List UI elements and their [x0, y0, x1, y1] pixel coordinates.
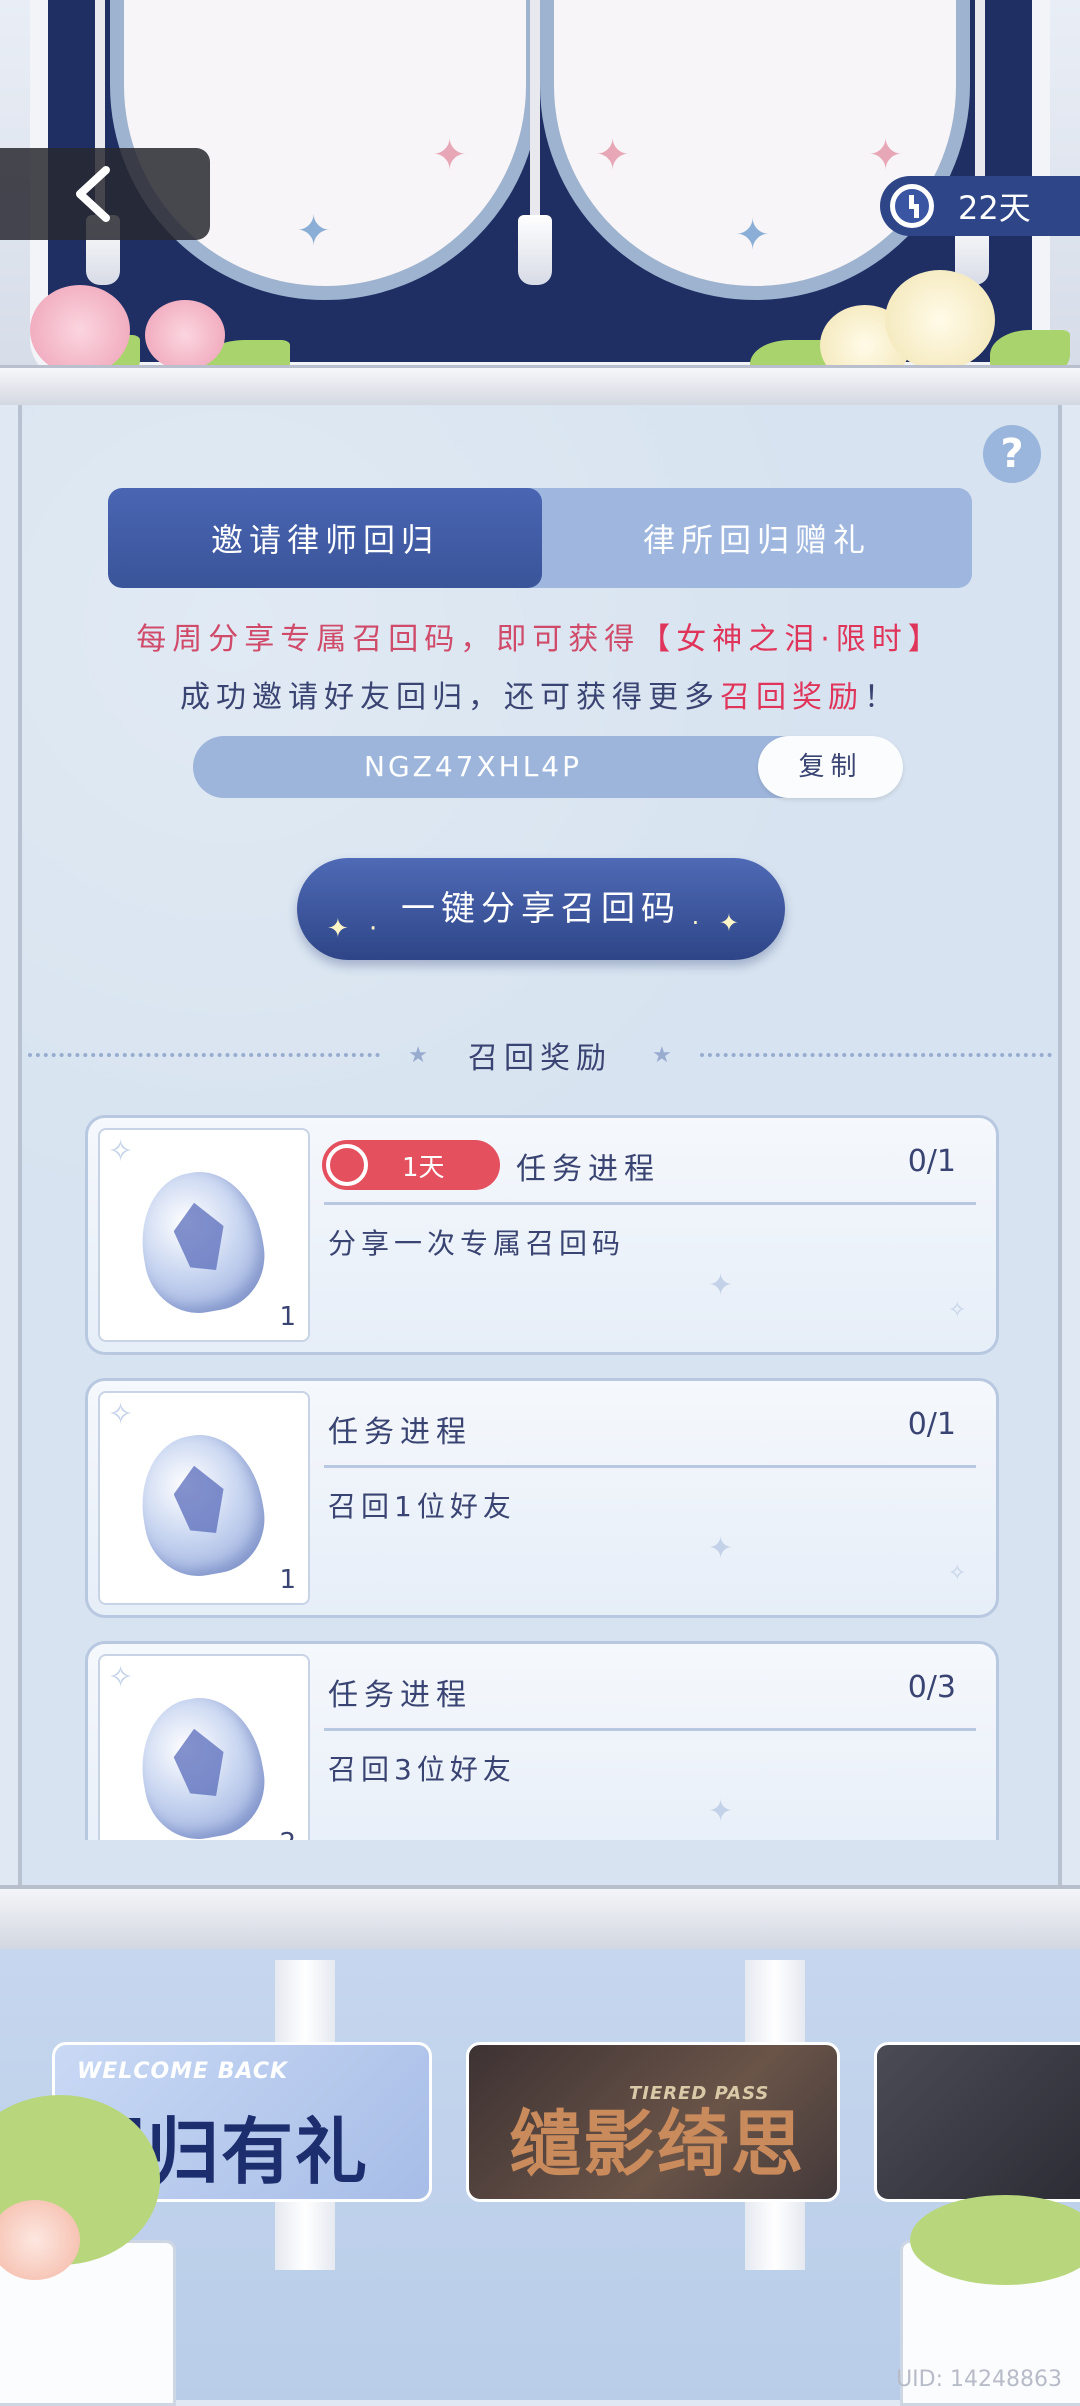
clock-icon: [890, 184, 934, 228]
star-decoration-icon: ✦: [735, 210, 771, 259]
sparkle-icon: ✦: [708, 1268, 734, 1303]
task-description: 召回1位好友: [328, 1490, 516, 1523]
recall-code-bar: NGZ47XHL4P 复制: [193, 736, 903, 798]
task-progress: 0/3: [907, 1670, 956, 1705]
window-ledge: [0, 365, 1080, 405]
reward-item[interactable]: ✧ 1: [98, 1391, 310, 1605]
task-progress: 0/1: [907, 1144, 956, 1179]
stage-rail: [0, 1885, 1080, 1949]
task-list[interactable]: ✧ 1 1天 任务进程 0/1 分享一次专属召回码 ✦ ✧ ✧ 1 任务进程 0…: [85, 1115, 999, 1840]
star-decoration-icon: ✦: [432, 130, 468, 179]
constellation-icon: · ✦: [691, 909, 745, 937]
divider: [324, 1728, 976, 1731]
tab-label: 邀请律师回归: [210, 521, 439, 559]
sparkle-icon: ✦: [708, 1531, 734, 1566]
reward-highlight: 【女神之泪·限时】: [640, 622, 944, 657]
banner-tag: WELCOME BACK: [77, 2059, 289, 2084]
description-text: 成功邀请好友回归，还可获得更多: [180, 680, 720, 715]
star-icon: ★: [652, 1042, 672, 1068]
task-name: 任务进程: [516, 1152, 660, 1187]
white-rose: [885, 270, 995, 370]
chevron-left-icon: [76, 166, 110, 222]
dotted-divider: [699, 1053, 1052, 1057]
task-progress: 0/1: [907, 1407, 956, 1442]
task-name: 任务进程: [328, 1678, 472, 1713]
back-button[interactable]: [0, 148, 210, 240]
recall-code-value: NGZ47XHL4P: [364, 750, 582, 783]
timer-text: 22天: [958, 189, 1031, 227]
description-text: 每周分享专属召回码，即可获得: [136, 622, 641, 657]
tab-invite-lawyer-return[interactable]: 邀请律师回归: [108, 488, 542, 588]
item-count: 1: [279, 1302, 296, 1332]
star-decoration-icon: ✦: [595, 130, 631, 179]
sparkle-icon: ✧: [108, 1660, 134, 1695]
task-card: ✧ 2 任务进程 0/3 召回3位好友 ✦: [85, 1641, 999, 1840]
star-decoration-icon: ✦: [868, 130, 904, 179]
dotted-divider: [28, 1053, 381, 1057]
description-text: ！: [864, 680, 900, 715]
copy-button[interactable]: 复制: [758, 736, 903, 798]
share-recall-code-button[interactable]: ✦ · 一键分享召回码 · ✦: [297, 858, 785, 960]
section-title: 召回奖励: [468, 1041, 612, 1076]
task-card: ✧ 1 任务进程 0/1 召回1位好友 ✦ ✧: [85, 1378, 999, 1618]
item-count: 1: [279, 1565, 296, 1595]
section-header: ★ 召回奖励 ★: [0, 1030, 1080, 1080]
task-description: 分享一次专属召回码: [328, 1227, 626, 1260]
banner-partial[interactable]: [874, 2042, 1080, 2202]
description-line-1: 每周分享专属召回码，即可获得【女神之泪·限时】: [0, 614, 1080, 658]
description-line-2: 成功邀请好友回归，还可获得更多召回奖励！: [0, 672, 1080, 716]
sparkle-icon: ✧: [108, 1134, 134, 1169]
goddess-tear-gem-icon: [130, 1425, 274, 1585]
item-count: 2: [279, 1828, 296, 1840]
banner-tag: TIERED PASS: [629, 2083, 770, 2104]
sparkle-icon: ✦: [708, 1794, 734, 1829]
divider: [324, 1202, 976, 1205]
tab-bar: 邀请律师回归 律所回归赠礼: [108, 488, 972, 588]
time-remaining: 1天: [402, 1152, 445, 1183]
clock-icon: [326, 1144, 368, 1186]
task-card: ✧ 1 1天 任务进程 0/1 分享一次专属召回码 ✦ ✧: [85, 1115, 999, 1355]
reward-item[interactable]: ✧ 1: [98, 1128, 310, 1342]
time-remaining-badge: 1天: [322, 1140, 500, 1190]
sparkle-icon: ✧: [948, 1561, 967, 1586]
tab-firm-return-gift[interactable]: 律所回归赠礼: [542, 488, 972, 588]
tassel-center: [518, 215, 552, 285]
task-description: 召回3位好友: [328, 1753, 516, 1786]
star-icon: ★: [408, 1042, 428, 1068]
tab-label: 律所回归赠礼: [642, 521, 871, 559]
constellation-icon: ✦ ·: [327, 914, 384, 944]
star-decoration-icon: ✦: [296, 206, 332, 255]
event-timer: 22天: [880, 176, 1080, 236]
sparkle-icon: ✧: [948, 1298, 967, 1323]
share-button-label: 一键分享召回码: [401, 889, 681, 929]
pink-rose: [145, 300, 225, 370]
goddess-tear-gem-icon: [130, 1688, 274, 1840]
help-button[interactable]: ?: [983, 425, 1041, 483]
goddess-tear-gem-icon: [130, 1162, 274, 1322]
sparkle-icon: ✧: [108, 1397, 134, 1432]
banner-tiered-pass[interactable]: 缱影绮思 TIERED PASS: [466, 2042, 840, 2202]
divider: [324, 1465, 976, 1468]
reward-item[interactable]: ✧ 2: [98, 1654, 310, 1840]
pink-rose: [30, 285, 130, 375]
reward-highlight: 召回奖励: [720, 680, 864, 715]
user-id: UID: 14248863: [896, 2367, 1062, 2392]
task-name: 任务进程: [328, 1415, 472, 1450]
